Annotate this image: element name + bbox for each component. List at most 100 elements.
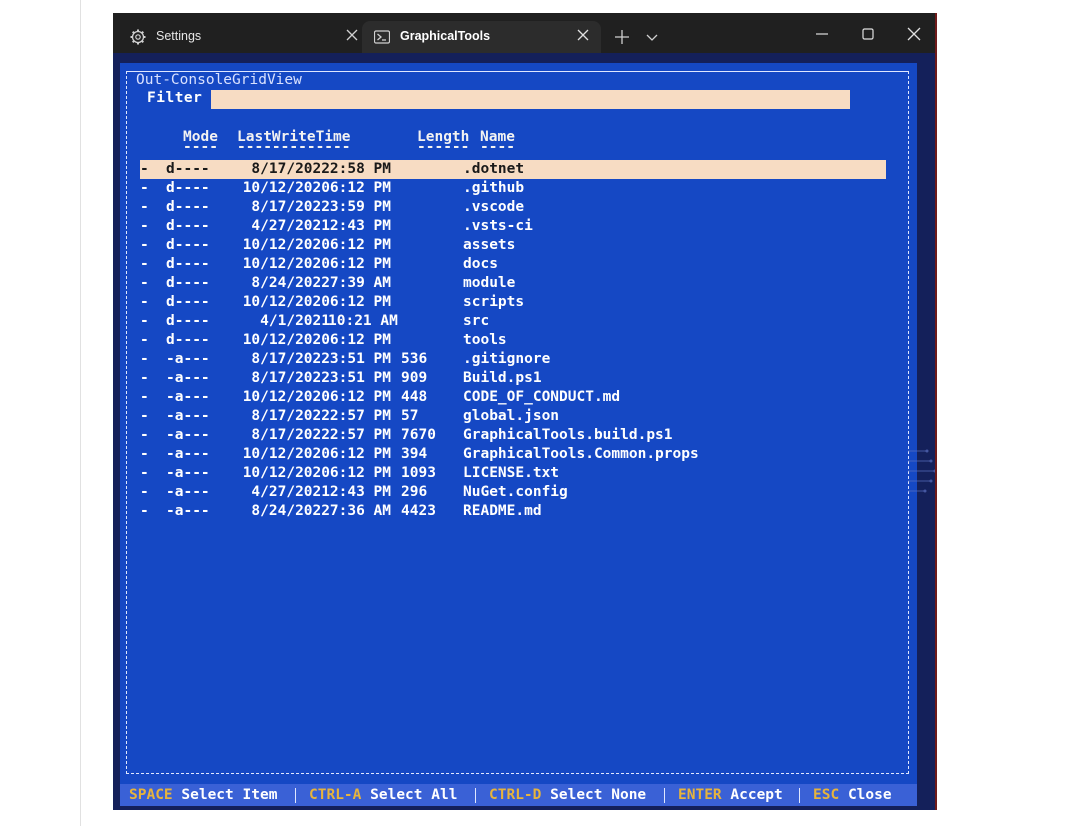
- row-marker: -: [140, 161, 149, 177]
- background-circuit-decoration: [908, 449, 936, 493]
- cell-name: NuGet.config: [463, 484, 568, 500]
- cell-date: 8/17/2022: [251, 370, 330, 386]
- cell-date: 10/12/2020: [242, 237, 330, 253]
- cell-length: 4423: [401, 503, 436, 519]
- cell-mode: -a---: [166, 484, 210, 500]
- row-marker: -: [140, 332, 149, 348]
- close-tab-icon[interactable]: [577, 29, 589, 41]
- shortcut-ctrl-d[interactable]: CTRL-D Select None: [489, 784, 646, 806]
- cell-mode: -a---: [166, 427, 210, 443]
- cell-date: 8/17/2022: [251, 427, 330, 443]
- cell-date: 4/1/2021: [260, 313, 330, 329]
- tab-graphicaltools[interactable]: GraphicalTools: [362, 21, 601, 53]
- powershell-icon: [374, 30, 390, 44]
- table-row[interactable]: - -a--- 8/17/2022 3:51 PM 536 .gitignore: [140, 350, 886, 369]
- row-marker: -: [140, 256, 149, 272]
- row-marker: -: [140, 389, 149, 405]
- cell-name: .vsts-ci: [463, 218, 533, 234]
- cell-length: 448: [401, 389, 428, 405]
- cell-name: .gitignore: [463, 351, 551, 367]
- row-marker: -: [140, 351, 149, 367]
- cell-mode: -a---: [166, 408, 210, 424]
- chevron-down-icon[interactable]: [643, 28, 661, 46]
- table-row[interactable]: - d---- 10/12/2020 6:12 PM docs: [140, 255, 886, 274]
- new-tab-plus-icon[interactable]: [613, 28, 631, 46]
- cell-name: GraphicalTools.Common.props: [463, 446, 699, 462]
- cell-name: docs: [463, 256, 498, 272]
- table-row[interactable]: - d---- 10/12/2020 6:12 PM tools: [140, 331, 886, 350]
- cell-mode: d----: [166, 218, 210, 234]
- cell-name: .github: [463, 180, 525, 196]
- table-row[interactable]: - -a--- 8/17/2022 3:51 PM 909 Build.ps1: [140, 369, 886, 388]
- table-row[interactable]: - d---- 10/12/2020 6:12 PM .github: [140, 179, 886, 198]
- table-row[interactable]: - d---- 10/12/2020 6:12 PM scripts: [140, 293, 886, 312]
- cell-name: global.json: [463, 408, 560, 424]
- title-bar[interactable]: Settings GraphicalTools: [113, 13, 937, 53]
- cell-date: 8/24/2022: [251, 503, 330, 519]
- shortcut-esc[interactable]: ESC Close: [813, 784, 892, 806]
- cell-date: 10/12/2020: [242, 180, 330, 196]
- table-row[interactable]: - -a--- 10/12/2020 6:12 PM 1093 LICENSE.txt: [140, 464, 886, 483]
- gear-icon: [130, 29, 146, 45]
- cell-mode: d----: [166, 332, 210, 348]
- table-row[interactable]: - -a--- 8/17/2022 2:57 PM 57 global.json: [140, 407, 886, 426]
- row-marker: -: [140, 294, 149, 310]
- row-marker: -: [140, 199, 149, 215]
- status-separator: [295, 788, 296, 803]
- table-row[interactable]: - -a--- 4/27/2021 2:43 PM 296 NuGet.config: [140, 483, 886, 502]
- maximize-icon[interactable]: [859, 25, 877, 43]
- console-grid-view: Out-ConsoleGridView Filter Mode LastWrit…: [120, 63, 917, 806]
- cell-name: Build.ps1: [463, 370, 542, 386]
- shortcut-key: SPACE: [129, 787, 173, 803]
- shortcut-action: Accept: [730, 787, 783, 803]
- row-marker: -: [140, 427, 149, 443]
- cell-mode: d----: [166, 180, 210, 196]
- shortcut-key: CTRL-D: [489, 787, 542, 803]
- tab-settings[interactable]: Settings: [118, 21, 358, 53]
- cell-length: 57: [401, 408, 419, 424]
- shortcut-action: Select Item: [181, 787, 278, 803]
- cell-mode: d----: [166, 294, 210, 310]
- table-row[interactable]: - d---- 10/12/2020 6:12 PM assets: [140, 236, 886, 255]
- table-row[interactable]: - d---- 8/17/2022 2:58 PM .dotnet: [140, 160, 886, 179]
- table-row[interactable]: - d---- 8/24/2022 7:39 AM module: [140, 274, 886, 293]
- cell-name: .vscode: [463, 199, 525, 215]
- cell-mode: d----: [166, 199, 210, 215]
- shortcut-space[interactable]: SPACE Select Item: [129, 784, 277, 806]
- terminal-pane[interactable]: Out-ConsoleGridView Filter Mode LastWrit…: [113, 53, 937, 810]
- cell-mode: -a---: [166, 351, 210, 367]
- shortcut-action: Select None: [550, 787, 647, 803]
- cell-date: 10/12/2020: [242, 465, 330, 481]
- shortcut-ctrl-a[interactable]: CTRL-A Select All: [309, 784, 457, 806]
- table-row[interactable]: - d---- 8/17/2022 3:59 PM .vscode: [140, 198, 886, 217]
- shortcut-key: ESC: [813, 787, 840, 803]
- table-row[interactable]: - d---- 4/1/2021 10:21 AM src: [140, 312, 886, 331]
- table-row[interactable]: - -a--- 10/12/2020 6:12 PM 394 GraphicalTools…: [140, 445, 886, 464]
- shortcut-enter[interactable]: ENTER Accept: [678, 784, 783, 806]
- filter-input[interactable]: [211, 90, 850, 109]
- cell-length: 909: [401, 370, 428, 386]
- table-row[interactable]: - -a--- 8/17/2022 2:57 PM 7670 GraphicalTools…: [140, 426, 886, 445]
- cell-date: 10/12/2020: [242, 389, 330, 405]
- cell-time: 7:39 AM: [329, 275, 391, 291]
- underline-lastwritetime: -------------: [237, 139, 351, 155]
- cell-date: 8/17/2022: [251, 408, 330, 424]
- cell-date: 4/27/2021: [251, 218, 330, 234]
- cell-time: 2:57 PM: [329, 408, 391, 424]
- row-marker: -: [140, 275, 149, 291]
- cell-time: 7:36 AM: [329, 503, 391, 519]
- close-window-icon[interactable]: [905, 25, 923, 43]
- cell-time: 6:12 PM: [329, 332, 391, 348]
- table-row[interactable]: - -a--- 10/12/2020 6:12 PM 448 CODE_OF_CONDUC…: [140, 388, 886, 407]
- cell-mode: d----: [166, 275, 210, 291]
- cell-time: 6:12 PM: [329, 294, 391, 310]
- row-marker: -: [140, 313, 149, 329]
- minimize-icon[interactable]: [813, 25, 831, 43]
- cell-length: 1093: [401, 465, 436, 481]
- table-row[interactable]: - d---- 4/27/2021 2:43 PM .vsts-ci: [140, 217, 886, 236]
- table-row[interactable]: - -a--- 8/24/2022 7:36 AM 4423 README.md: [140, 502, 886, 521]
- close-tab-icon[interactable]: [346, 29, 358, 41]
- cell-time: 2:43 PM: [329, 218, 391, 234]
- cell-time: 6:12 PM: [329, 237, 391, 253]
- cell-date: 8/17/2022: [251, 351, 330, 367]
